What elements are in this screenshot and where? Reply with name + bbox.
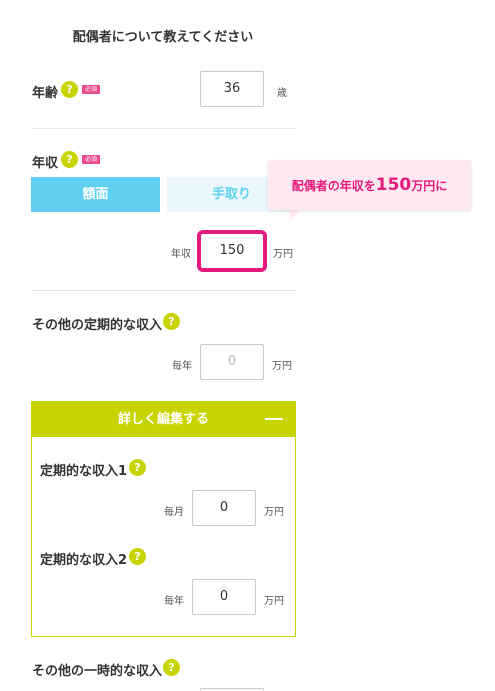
divider: [31, 128, 296, 129]
callout-text-after: 万円に: [411, 179, 448, 193]
income-callout: 配偶者の年収を150万円に: [268, 160, 471, 210]
other-onetime-income-label: その他の一時的な収入: [32, 664, 163, 679]
regular-income-2-prefix: 毎年: [164, 596, 184, 607]
regular-income-1-prefix: 毎月: [164, 507, 184, 518]
age-required-badge: 必須: [82, 85, 101, 94]
callout-text-value: 150: [375, 175, 412, 195]
age-help-icon[interactable]: ?: [61, 81, 78, 98]
regular-income-2-input[interactable]: 0: [192, 579, 256, 615]
regular-income-1-label: 定期的な収入1: [40, 464, 128, 479]
regular-income-1-help-icon[interactable]: ?: [129, 459, 146, 476]
age-unit: 歳: [277, 88, 287, 99]
regular-income-1-unit: 万円: [264, 507, 284, 518]
other-onetime-income-help-icon[interactable]: ?: [163, 659, 180, 676]
collapse-icon[interactable]: [265, 418, 283, 420]
other-regular-income-help-icon[interactable]: ?: [163, 313, 180, 330]
age-input[interactable]: 36: [200, 71, 264, 107]
income-input[interactable]: 150: [197, 230, 267, 272]
income-label: 年収: [32, 156, 59, 171]
income-unit: 万円: [273, 249, 293, 260]
other-regular-income-input[interactable]: 0: [200, 344, 264, 380]
toggle-gross-button[interactable]: 額面: [31, 177, 160, 212]
age-label: 年齢: [32, 86, 59, 101]
other-regular-income-unit: 万円: [272, 361, 292, 372]
detail-panel-title: 詳しく編集する: [117, 412, 209, 427]
divider: [31, 290, 296, 291]
page-title: 配偶者について教えてください: [72, 30, 254, 45]
income-required-badge: 必須: [82, 155, 101, 164]
other-regular-income-prefix: 毎年: [172, 361, 192, 372]
regular-income-1-input[interactable]: 0: [192, 490, 256, 526]
regular-income-2-help-icon[interactable]: ?: [129, 548, 146, 565]
detail-panel-header[interactable]: 詳しく編集する: [32, 402, 295, 437]
other-regular-income-label: その他の定期的な収入: [32, 318, 163, 333]
income-help-icon[interactable]: ?: [61, 151, 78, 168]
regular-income-2-label: 定期的な収入2: [40, 553, 128, 568]
income-prefix: 年収: [171, 249, 191, 260]
callout-text-before: 配偶者の年収を: [291, 179, 376, 193]
regular-income-2-unit: 万円: [264, 596, 284, 607]
